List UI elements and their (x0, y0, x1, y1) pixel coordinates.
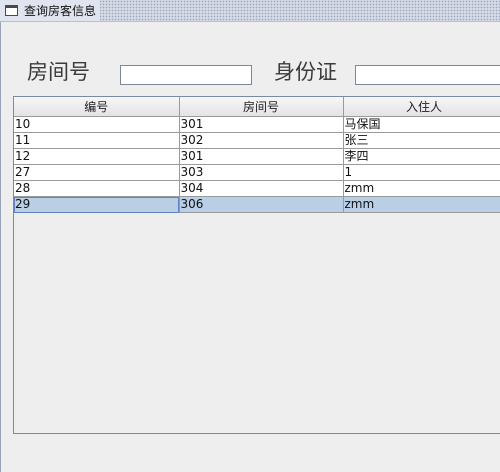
cell-id[interactable]: 28 (14, 180, 180, 197)
table-row[interactable]: 12 301 李四 (14, 148, 500, 165)
column-header-guest[interactable]: 入住人 (343, 97, 500, 117)
cell-room[interactable]: 304 (179, 180, 344, 197)
cell-guest[interactable]: 张三 (343, 132, 500, 149)
cell-room[interactable]: 303 (179, 164, 344, 181)
cell-guest[interactable]: zmm (343, 196, 500, 213)
table-row[interactable]: 10 301 马保国 (14, 116, 500, 133)
cell-guest[interactable]: 1 (343, 164, 500, 181)
cell-room[interactable]: 302 (179, 132, 344, 149)
cell-guest[interactable]: zmm (343, 180, 500, 197)
room-number-input[interactable] (120, 65, 252, 85)
table-row-selected[interactable]: 29 306 zmm (14, 196, 500, 213)
column-header-room[interactable]: 房间号 (179, 97, 344, 117)
cell-id[interactable]: 29 (14, 196, 180, 213)
cell-guest[interactable]: 马保国 (343, 116, 500, 133)
guest-table-scroll-pane[interactable]: 编号 房间号 入住人 10 301 马保国 11 302 张三 12 301 李… (13, 96, 500, 434)
cell-guest[interactable]: 李四 (343, 148, 500, 165)
cell-id[interactable]: 12 (14, 148, 180, 165)
column-header-id[interactable]: 编号 (14, 97, 180, 117)
cell-room[interactable]: 301 (179, 148, 344, 165)
table-row[interactable]: 27 303 1 (14, 164, 500, 181)
frame-border (0, 22, 1, 472)
cell-id[interactable]: 11 (14, 132, 180, 149)
id-card-input[interactable] (355, 65, 500, 85)
window-title: 查询房客信息 (24, 4, 97, 18)
table-row[interactable]: 28 304 zmm (14, 180, 500, 197)
room-number-label: 房间号 (27, 60, 90, 84)
window-icon (5, 5, 18, 16)
table-header-row: 编号 房间号 入住人 (14, 97, 500, 117)
id-card-label: 身份证 (274, 60, 337, 84)
table-row[interactable]: 11 302 张三 (14, 132, 500, 149)
title-wrap: 查询房客信息 (0, 0, 101, 21)
cell-id[interactable]: 10 (14, 116, 180, 133)
cell-room[interactable]: 306 (179, 196, 344, 213)
cell-room[interactable]: 301 (179, 116, 344, 133)
guest-table: 编号 房间号 入住人 10 301 马保国 11 302 张三 12 301 李… (14, 97, 500, 213)
cell-id[interactable]: 27 (14, 164, 180, 181)
title-bar[interactable]: 查询房客信息 (0, 0, 500, 22)
